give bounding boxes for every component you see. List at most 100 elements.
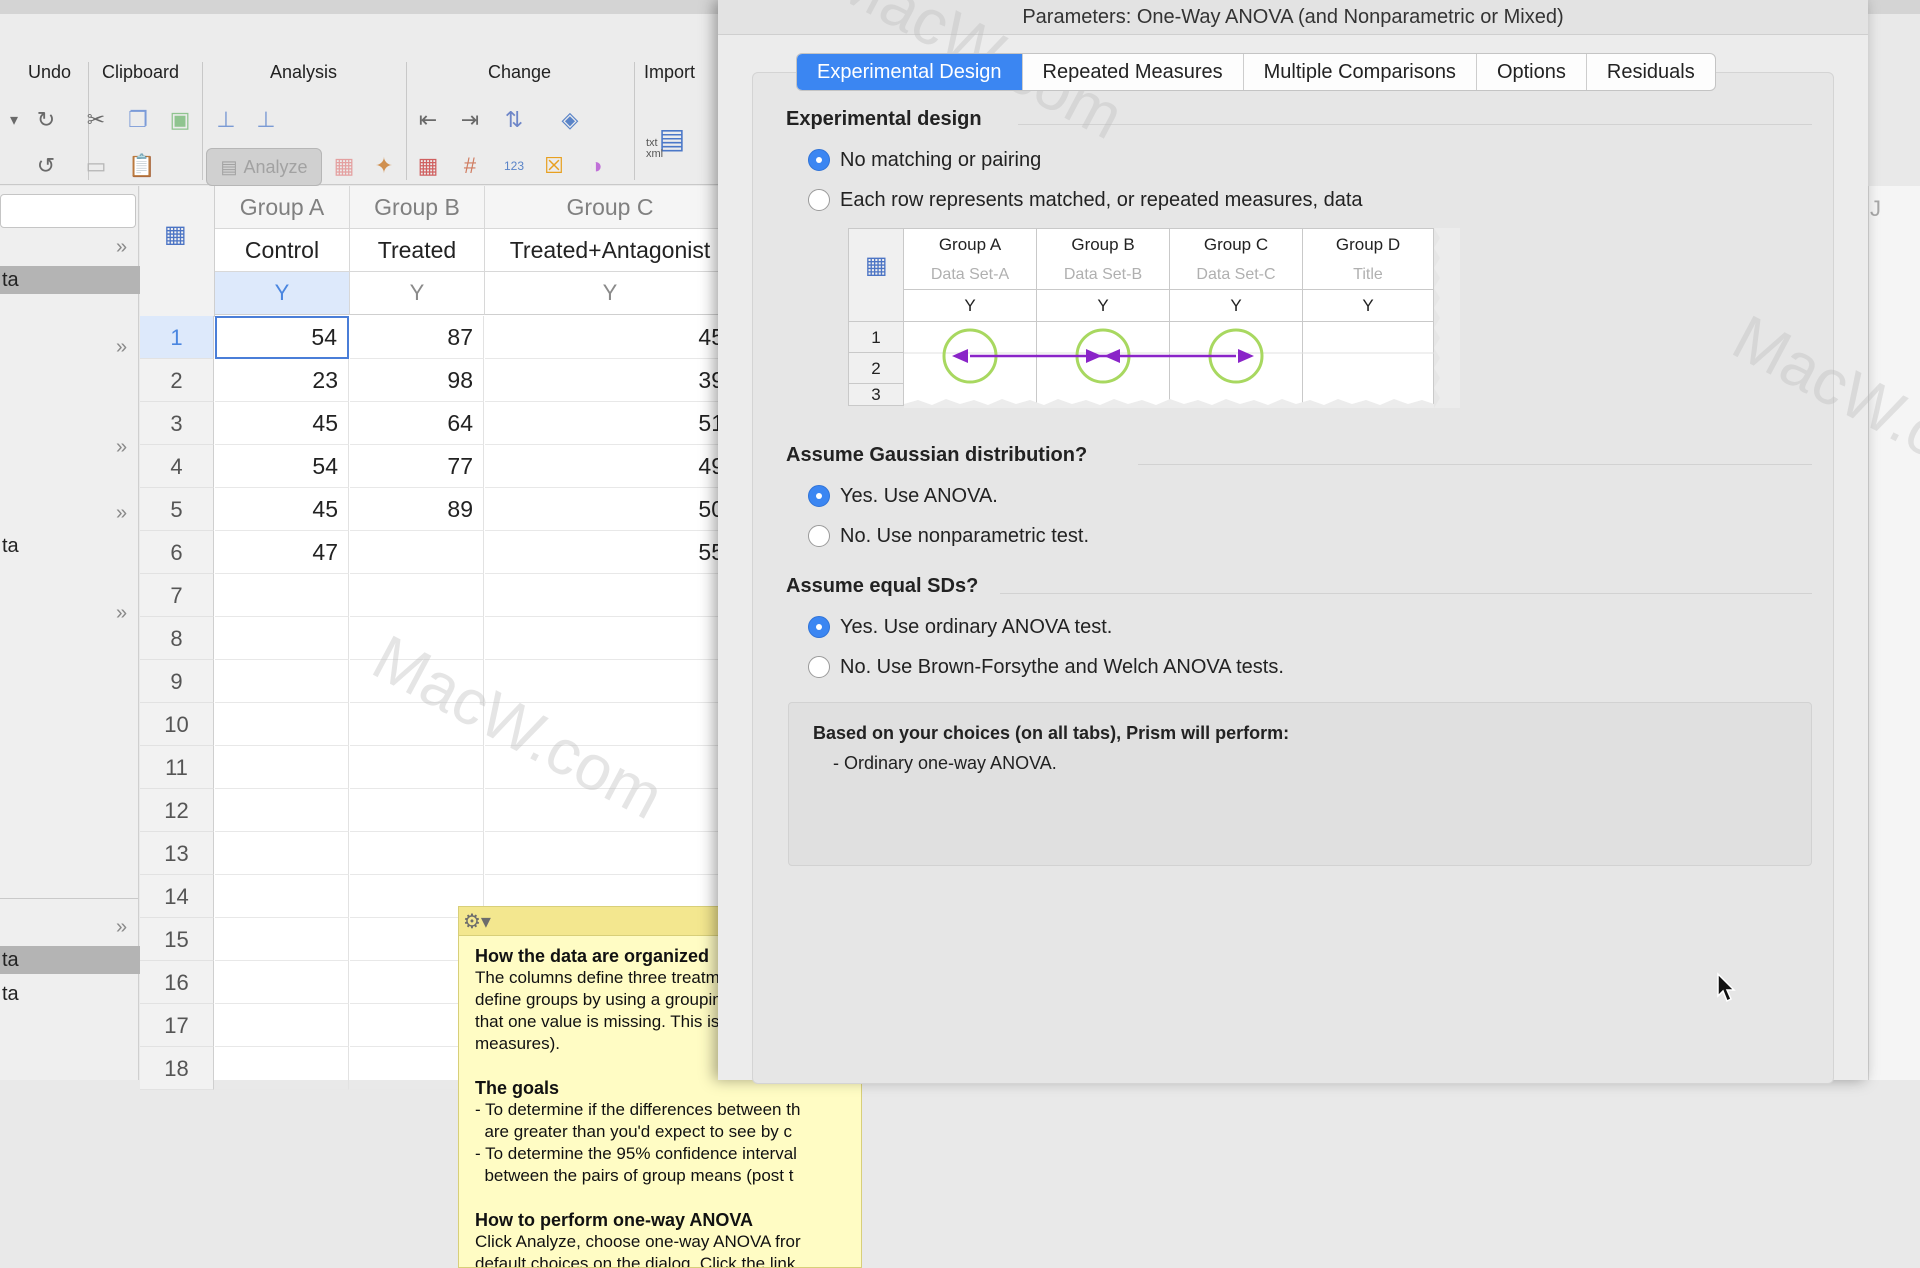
color-scheme-icon[interactable]: ◑: [582, 152, 610, 180]
tab-experimental-design[interactable]: Experimental Design: [797, 54, 1023, 90]
redo-icon[interactable]: ↻: [32, 106, 60, 134]
data-cell[interactable]: [350, 531, 484, 574]
radio-button[interactable]: [808, 656, 830, 678]
expand-chevron-icon[interactable]: »: [116, 336, 127, 359]
data-cell[interactable]: [350, 703, 484, 746]
row-number[interactable]: 5: [140, 488, 214, 531]
data-cell[interactable]: 54: [215, 316, 349, 359]
column-subheader-b[interactable]: Y: [350, 272, 485, 315]
navigator-item[interactable]: ta: [0, 532, 140, 560]
data-cell[interactable]: [215, 961, 349, 1004]
data-cell[interactable]: [485, 660, 735, 703]
data-cell[interactable]: 45: [215, 402, 349, 445]
chevron-down-icon[interactable]: ▾: [0, 106, 28, 134]
column-header-group-a[interactable]: Group A: [215, 186, 350, 229]
data-cell[interactable]: 55: [485, 531, 735, 574]
row-number[interactable]: 3: [140, 402, 214, 445]
data-cell[interactable]: [350, 617, 484, 660]
data-cell[interactable]: [215, 1004, 349, 1047]
matched-rows-option[interactable]: Each row represents matched, or repeated…: [808, 185, 1363, 215]
tab-residuals[interactable]: Residuals: [1587, 54, 1715, 90]
data-cell[interactable]: 39: [485, 359, 735, 402]
clipboard-icon[interactable]: ▭: [82, 152, 110, 180]
radio-button-selected[interactable]: [808, 485, 830, 507]
data-cell[interactable]: [215, 832, 349, 875]
data-cell[interactable]: [215, 789, 349, 832]
clear-icon[interactable]: ☒: [540, 152, 568, 180]
copy-icon[interactable]: ❐: [124, 106, 152, 134]
column-header-group-c[interactable]: Group C: [485, 186, 736, 229]
row-number[interactable]: 8: [140, 617, 214, 660]
navigator-item[interactable]: ta: [0, 980, 140, 1008]
data-cell[interactable]: 51: [485, 402, 735, 445]
data-cell[interactable]: [485, 789, 735, 832]
magic-wand-icon[interactable]: ✦: [370, 152, 398, 180]
data-cell[interactable]: 47: [215, 531, 349, 574]
radio-button-selected[interactable]: [808, 616, 830, 638]
data-cell[interactable]: 49: [485, 445, 735, 488]
data-cell[interactable]: [350, 746, 484, 789]
row-number[interactable]: 9: [140, 660, 214, 703]
column-title-c[interactable]: Treated+Antagonist: [485, 229, 736, 272]
data-cell[interactable]: [350, 789, 484, 832]
column-subheader-c[interactable]: Y: [485, 272, 736, 315]
gear-icon[interactable]: ⚙▾: [463, 909, 491, 934]
data-cell[interactable]: 50: [485, 488, 735, 531]
equal-sds-yes-option[interactable]: Yes. Use ordinary ANOVA test.: [808, 612, 1112, 642]
data-cell[interactable]: [215, 703, 349, 746]
column-subheader-a[interactable]: Y: [215, 272, 350, 315]
fill-color-icon[interactable]: ◈: [556, 106, 584, 134]
data-cell[interactable]: 87: [350, 316, 484, 359]
row-number[interactable]: 13: [140, 832, 214, 875]
data-cell[interactable]: [485, 703, 735, 746]
row-number[interactable]: 14: [140, 875, 214, 918]
expand-chevron-icon[interactable]: »: [116, 916, 127, 939]
paste-special-icon[interactable]: ▣: [166, 106, 194, 134]
analyze-button[interactable]: ▤ Analyze: [206, 148, 322, 186]
undo-icon[interactable]: ↺: [32, 152, 60, 180]
navigator-item[interactable]: ta: [0, 266, 140, 294]
row-number[interactable]: 2: [140, 359, 214, 402]
data-cell[interactable]: 54: [215, 445, 349, 488]
insert-column-left-icon[interactable]: ⇤: [414, 106, 442, 134]
chart-icon[interactable]: ⊥: [212, 106, 240, 134]
data-cell[interactable]: 98: [350, 359, 484, 402]
row-number[interactable]: 17: [140, 1004, 214, 1047]
data-cell[interactable]: [215, 918, 349, 961]
expand-chevron-icon[interactable]: »: [116, 436, 127, 459]
expand-chevron-icon[interactable]: »: [116, 602, 127, 625]
radio-button[interactable]: [808, 189, 830, 211]
data-cell[interactable]: 45: [485, 316, 735, 359]
chart-variant-icon[interactable]: ⊥: [252, 106, 280, 134]
sort-numeric-icon[interactable]: 123: [500, 152, 528, 180]
no-matching-option[interactable]: No matching or pairing: [808, 145, 1041, 175]
table-format-icon[interactable]: ▦: [164, 220, 187, 249]
sheet-icon[interactable]: ▦: [414, 152, 442, 180]
data-cell[interactable]: 64: [350, 402, 484, 445]
sort-icon[interactable]: ⇅: [500, 106, 528, 134]
data-cell[interactable]: [215, 660, 349, 703]
data-cell[interactable]: [350, 574, 484, 617]
data-cell[interactable]: [215, 574, 349, 617]
data-cell[interactable]: [485, 574, 735, 617]
data-cell[interactable]: [485, 746, 735, 789]
row-number[interactable]: 6: [140, 531, 214, 574]
row-number[interactable]: 7: [140, 574, 214, 617]
paste-icon[interactable]: 📋: [128, 152, 156, 180]
row-number[interactable]: 18: [140, 1047, 214, 1090]
row-number[interactable]: 1: [140, 316, 214, 359]
gaussian-yes-option[interactable]: Yes. Use ANOVA.: [808, 481, 998, 511]
expand-chevron-icon[interactable]: »: [116, 502, 127, 525]
column-title-a[interactable]: Control: [215, 229, 350, 272]
row-number[interactable]: 11: [140, 746, 214, 789]
row-number[interactable]: 15: [140, 918, 214, 961]
data-cell[interactable]: [215, 1047, 349, 1090]
table-icon[interactable]: ▦: [330, 152, 358, 180]
row-number[interactable]: 12: [140, 789, 214, 832]
column-header-group-b[interactable]: Group B: [350, 186, 485, 229]
data-cell[interactable]: 45: [215, 488, 349, 531]
gaussian-no-option[interactable]: No. Use nonparametric test.: [808, 521, 1089, 551]
tab-options[interactable]: Options: [1477, 54, 1587, 90]
data-cell[interactable]: [215, 617, 349, 660]
radio-button-selected[interactable]: [808, 149, 830, 171]
